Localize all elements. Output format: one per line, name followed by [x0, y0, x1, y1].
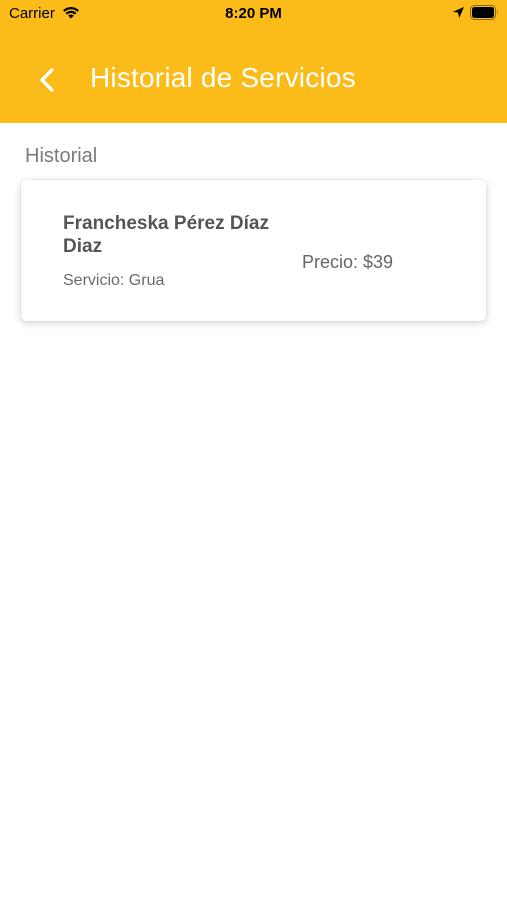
chevron-left-icon — [40, 68, 54, 92]
location-arrow-icon — [453, 7, 464, 18]
status-time: 8:20 PM — [225, 5, 282, 22]
section-label: Historial — [25, 145, 98, 167]
navigation-bar: Historial de Servicios — [0, 28, 507, 123]
battery-icon — [470, 5, 498, 20]
service-type: Servicio: Grua — [63, 272, 165, 289]
service-price: Precio: $39 — [302, 252, 394, 272]
page-title: Historial de Servicios — [90, 62, 356, 93]
client-name: Francheska Pérez Díaz Diaz — [63, 213, 269, 257]
app-header: Carrier 8:20 PM Historial de Servicios — [0, 0, 507, 123]
back-button[interactable] — [30, 62, 66, 98]
service-history-card[interactable]: Francheska Pérez Díaz Diaz Servicio: Gru… — [21, 180, 486, 321]
status-bar: Carrier 8:20 PM — [0, 0, 507, 28]
